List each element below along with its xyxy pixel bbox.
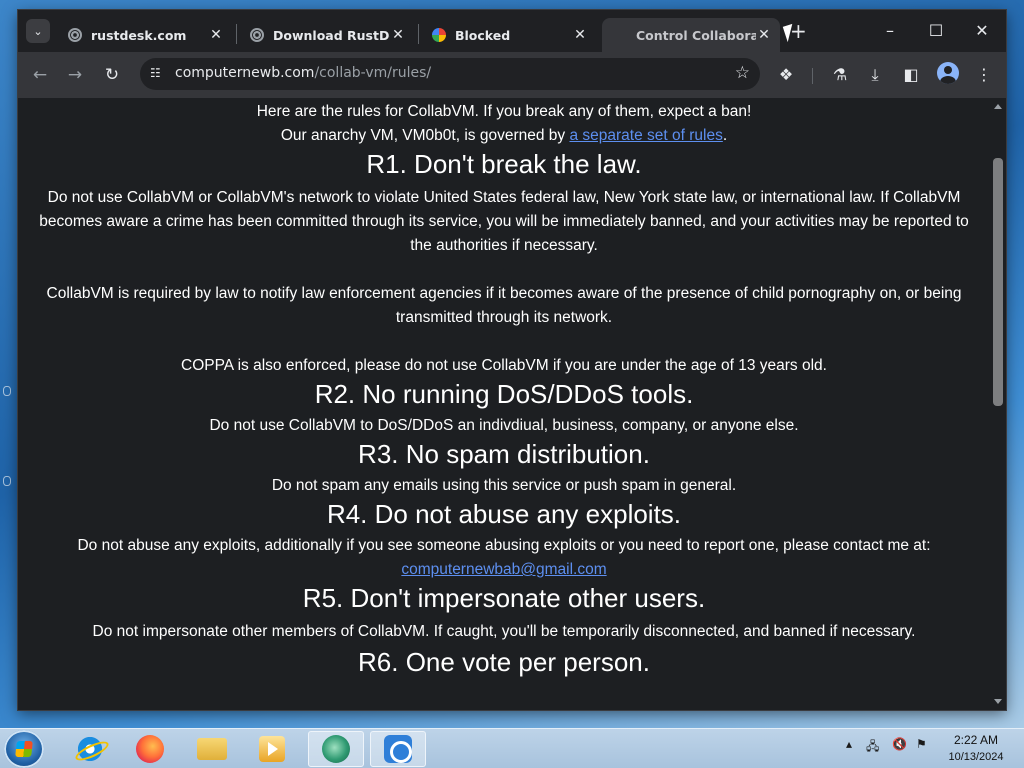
url-host: computernewb.com — [175, 65, 315, 81]
taskbar-app-green[interactable] — [308, 731, 364, 767]
maximize-button[interactable]: ☐ — [913, 19, 959, 43]
desktop-icon[interactable] — [3, 476, 11, 486]
rustdesk-green-icon — [322, 735, 350, 763]
start-button[interactable] — [4, 730, 44, 768]
rule-heading: R5. Don't impersonate other users. — [302, 583, 706, 613]
tab-title: Download RustDesk — [273, 27, 390, 43]
rule-paragraph: Do not spam any emails using this servic… — [271, 477, 737, 494]
taskbar-media-player[interactable] — [244, 731, 300, 767]
menu-kebab-icon[interactable]: ⋮ — [973, 64, 995, 86]
tab-separator — [236, 24, 237, 44]
chevron-down-icon: ⌄ — [33, 24, 43, 38]
taskbar-firefox[interactable] — [122, 731, 178, 767]
rustdesk-icon — [384, 735, 412, 763]
clock-date: 10/13/2024 — [948, 751, 1004, 763]
anarchy-prefix: Our anarchy VM, VM0b0t, is governed by — [280, 127, 570, 144]
scroll-down-arrow[interactable] — [994, 699, 1002, 704]
action-center-flag-icon[interactable]: ⚑ — [916, 737, 927, 751]
page-viewport: Here are the rules for CollabVM. If you … — [18, 98, 1006, 710]
minimize-button[interactable]: – — [867, 19, 913, 43]
rule-paragraph: Do not impersonate other members of Coll… — [92, 623, 916, 640]
site-info-icon[interactable]: ☷ — [150, 66, 166, 82]
rule-paragraph: Do not abuse any exploits, additionally … — [77, 537, 931, 554]
toolbar-separator — [812, 68, 813, 84]
contact-email-line: computernewbab@gmail.com — [18, 558, 990, 582]
tab-close-button[interactable]: ✕ — [390, 27, 406, 43]
forward-button[interactable]: → — [64, 64, 86, 86]
rule-paragraph: CollabVM is required by law to notify la… — [46, 285, 962, 326]
file-explorer-icon — [197, 738, 227, 760]
network-icon[interactable]: 🖧 — [866, 737, 879, 758]
show-hidden-icons-button[interactable]: ▴ — [846, 737, 852, 751]
tab-download-rustdesk[interactable]: Download RustDesk ✕ — [238, 18, 414, 52]
globe-icon — [250, 28, 264, 42]
close-window-button[interactable]: ✕ — [959, 19, 1005, 43]
url-path: /collab-vm/rules/ — [314, 65, 432, 81]
rule-heading: R4. Do not abuse any exploits. — [326, 499, 682, 529]
globe-icon — [68, 28, 82, 42]
tab-blocked[interactable]: Blocked ✕ — [420, 18, 596, 52]
desktop-icon[interactable] — [3, 386, 11, 396]
back-button[interactable]: ← — [29, 64, 51, 86]
tab-rustdesk[interactable]: rustdesk.com ✕ — [56, 18, 232, 52]
rule-heading: R1. Don't break the law. — [366, 149, 642, 179]
extensions-icon[interactable]: ❖ — [775, 64, 797, 86]
taskbar-file-explorer[interactable] — [184, 731, 240, 767]
tab-title: Blocked — [455, 27, 511, 43]
side-panel-icon[interactable]: ◧ — [900, 64, 922, 86]
system-clock[interactable]: 2:22 AM 10/13/2024 — [936, 732, 1016, 765]
reload-button[interactable]: ↻ — [101, 64, 123, 86]
tab-title: rustdesk.com — [91, 27, 187, 43]
tab-search-button[interactable]: ⌄ — [26, 19, 50, 43]
browser-window: ⌄ rustdesk.com ✕ Download RustDesk ✕ Blo… — [18, 10, 1006, 710]
rule-paragraph: Do not use CollabVM or CollabVM's networ… — [39, 189, 969, 254]
bookmark-star-icon[interactable]: ☆ — [735, 63, 750, 83]
taskbar-rustdesk[interactable] — [370, 731, 426, 767]
anarchy-line: Our anarchy VM, VM0b0t, is governed by a… — [18, 124, 990, 148]
separate-rules-link[interactable]: a separate set of rules — [569, 127, 722, 144]
tab-separator — [418, 24, 419, 44]
vertical-scrollbar[interactable] — [990, 98, 1006, 710]
rules-content: Here are the rules for CollabVM. If you … — [18, 98, 990, 678]
rule-paragraph: COPPA is also enforced, please do not us… — [181, 357, 827, 374]
tab-close-button[interactable]: ✕ — [572, 27, 588, 43]
scroll-thumb[interactable] — [993, 158, 1003, 406]
contact-email-link[interactable]: computernewbab@gmail.com — [401, 561, 606, 578]
tab-strip: ⌄ rustdesk.com ✕ Download RustDesk ✕ Blo… — [18, 10, 1006, 52]
taskbar: ▴ 🖧 🔇 ⚑ 2:22 AM 10/13/2024 — [0, 728, 1024, 768]
google-icon — [432, 28, 446, 42]
tab-close-button[interactable]: ✕ — [756, 27, 772, 43]
intro-text: Here are the rules for CollabVM. If you … — [256, 103, 752, 120]
url-text[interactable]: computernewb.com/collab-vm/rules/ — [175, 65, 431, 81]
download-icon[interactable]: ⤓ — [864, 64, 886, 86]
internet-explorer-icon — [76, 735, 104, 763]
media-player-icon — [259, 736, 285, 762]
tab-control-collaborative[interactable]: Control Collaborative ✕ — [602, 18, 780, 52]
volume-muted-icon[interactable]: 🔇 — [892, 737, 907, 751]
rule-heading: R3. No spam distribution. — [358, 439, 650, 469]
address-bar[interactable]: ☷ computernewb.com/collab-vm/rules/ ☆ — [140, 58, 760, 90]
taskbar-internet-explorer[interactable] — [62, 731, 118, 767]
clock-time: 2:22 AM — [953, 733, 999, 747]
browser-toolbar: ← → ↻ ☷ computernewb.com/collab-vm/rules… — [18, 52, 1006, 98]
rule-heading: R2. No running DoS/DDoS tools. — [314, 379, 694, 409]
labs-flask-icon[interactable]: ⚗ — [829, 64, 851, 86]
profile-avatar[interactable] — [937, 62, 959, 84]
rule-paragraph: Do not use CollabVM to DoS/DDoS an indiv… — [209, 417, 799, 434]
tab-title: Control Collaborative — [636, 27, 756, 43]
anarchy-suffix: . — [722, 127, 728, 144]
tab-close-button[interactable]: ✕ — [208, 27, 224, 43]
rule-heading: R6. One vote per person. — [358, 647, 650, 677]
firefox-icon — [136, 735, 164, 763]
scroll-up-arrow[interactable] — [994, 104, 1002, 109]
